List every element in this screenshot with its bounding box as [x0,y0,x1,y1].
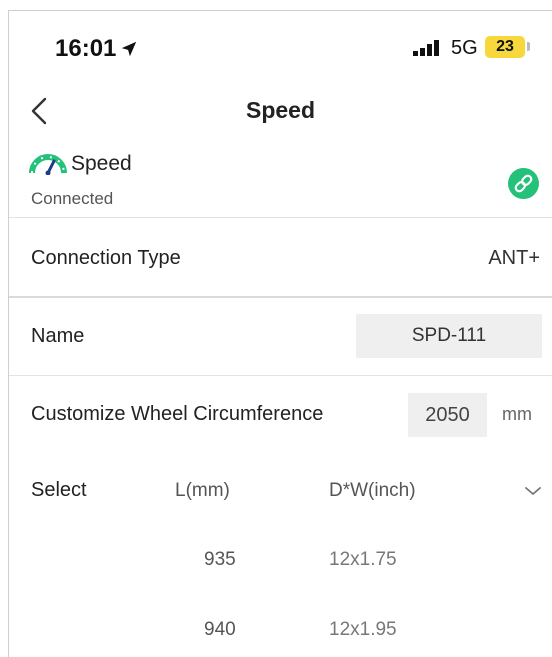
select-label: Select [31,479,87,501]
sensor-header: Speed Connected [9,149,552,217]
wheel-size: 12x1.95 [329,619,397,640]
wheel-option-row[interactable]: 940 12x1.95 [9,611,552,651]
column-length: L(mm) [175,480,230,501]
link-icon [514,174,533,193]
location-arrow-icon [122,41,137,57]
speedometer-icon [29,154,67,175]
chevron-down-icon[interactable] [523,483,543,499]
wheel-option-row[interactable]: 935 12x1.75 [9,541,552,581]
name-field[interactable]: SPD-111 [356,314,542,358]
divider [9,296,552,298]
name-label: Name [31,325,85,347]
divider [9,375,552,376]
battery-nub [527,42,530,51]
sensor-name: Speed [71,152,132,175]
wheel-circumference-unit: mm [502,404,532,424]
wheel-circumference-label: Customize Wheel Circumference [31,403,324,425]
connection-type-value: ANT+ [488,247,540,269]
signal-strength-icon [413,40,439,56]
connection-status: Connected [31,189,114,208]
nav-bar: Speed [9,89,552,133]
column-diameter-width: D*W(inch) [329,480,416,501]
battery-indicator: 23 [485,36,525,58]
wheel-size: 12x1.75 [329,549,397,570]
time-text: 16:01 [55,35,117,62]
wheel-length: 940 [204,619,236,640]
wheel-circumference-input[interactable]: 2050 [408,393,487,437]
divider [9,217,552,218]
connection-type-label: Connection Type [31,247,181,269]
wheel-length: 935 [204,549,236,570]
link-button[interactable] [508,168,539,199]
status-time: 16:01 [55,35,138,63]
network-type: 5G [451,37,478,59]
status-bar: 16:01 5G 23 [9,11,552,81]
page-title: Speed [245,97,316,123]
phone-screen: 16:01 5G 23 Speed Speed Connected Connec… [8,10,552,657]
